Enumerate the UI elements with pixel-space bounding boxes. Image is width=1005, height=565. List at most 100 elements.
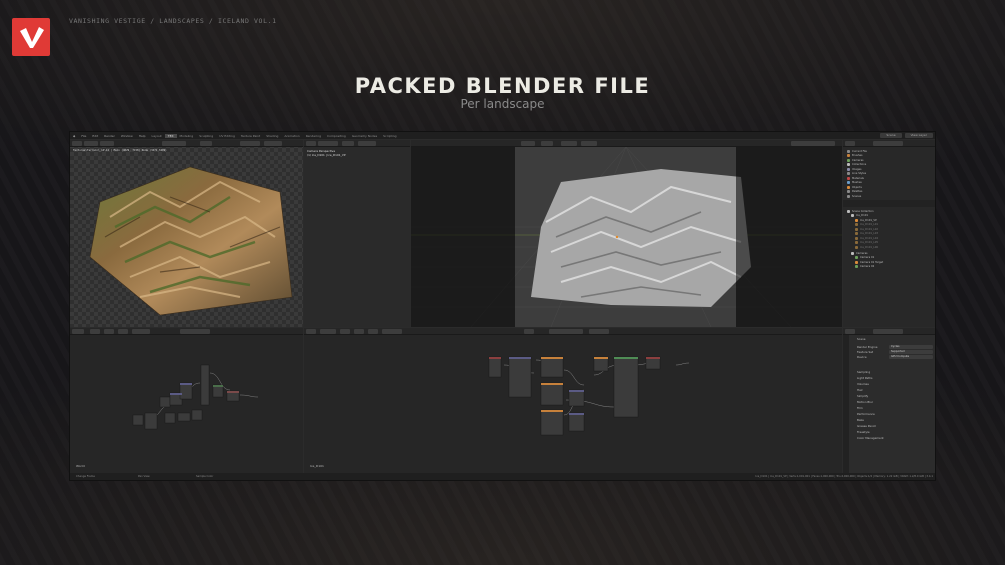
menu-help[interactable]: Help [136, 134, 149, 138]
mesh-object-icon [855, 227, 858, 231]
status-bar: Change Frame Pan View Sample Color Ice_D… [70, 473, 935, 480]
textured-terrain-render [89, 166, 293, 316]
render-engine-label: Render Engine [857, 345, 878, 349]
camera-view[interactable]: Camera Perspective (1) Ice_D101 | Ice_D1… [304, 140, 410, 327]
collection-icon [851, 251, 854, 255]
camera-icon [847, 158, 850, 162]
tab-geometry-nodes[interactable]: Geometry Nodes [349, 134, 380, 138]
mesh-object-icon [855, 236, 858, 240]
world-node-editor-header [70, 328, 303, 335]
outliner2-header [843, 200, 935, 207]
viewport-shade-left [411, 147, 515, 327]
blender-window: ◆ File Edit Render Window Help Layout TE… [69, 131, 936, 481]
scene-selector[interactable]: Scene [880, 133, 902, 138]
tab-modeling[interactable]: Modeling [177, 134, 197, 138]
properties-tabs[interactable] [843, 335, 849, 474]
blender-logo-icon[interactable]: ◆ [70, 134, 78, 138]
menu-render[interactable]: Render [101, 134, 118, 138]
material-node-tree-name: Ice_D101 [310, 464, 324, 468]
camera-object-label: (1) Ice_D101 | Ice_D101_VP [307, 153, 346, 157]
tab-texture-paint[interactable]: Texture Paint [238, 134, 263, 138]
section-simplify[interactable]: Simplify [857, 394, 868, 398]
properties-scene-label: Scene [857, 337, 866, 341]
camera-icon [855, 256, 858, 260]
mesh-object-icon [855, 218, 858, 222]
outliner-item[interactable]: Scenes [847, 194, 861, 199]
section-motion-blur[interactable]: Motion Blur [857, 400, 873, 404]
scene-icon [847, 194, 850, 198]
tab-rendering[interactable]: Rendering [303, 134, 324, 138]
section-color-management[interactable]: Color Management [857, 436, 884, 440]
brand-v-icon [20, 27, 44, 48]
tab-layout[interactable]: Layout [149, 134, 165, 138]
status-scene-stats: Ice_D101 | Ice_D101_VP | Verts:1,001,001… [755, 475, 933, 478]
section-sampling[interactable]: Sampling [857, 370, 870, 374]
section-freestyle[interactable]: Freestyle [857, 430, 870, 434]
tab-compositing[interactable]: Compositing [324, 134, 349, 138]
section-grease-pencil[interactable]: Grease Pencil [857, 424, 876, 428]
section-light-paths[interactable]: Light Paths [857, 376, 872, 380]
world-node-graph [132, 364, 259, 430]
image-icon [847, 167, 850, 171]
feature-set-select[interactable]: Supported [889, 349, 933, 354]
material-node-editor-header [304, 328, 842, 335]
section-film[interactable]: Film [857, 406, 863, 410]
brand-logo [12, 18, 50, 56]
camera-view-header [304, 140, 410, 147]
menu-edit[interactable]: Edit [89, 134, 101, 138]
tab-scripting[interactable]: Scripting [380, 134, 399, 138]
feature-set-label: Feature Set [857, 350, 874, 354]
viewport-shade-right [736, 147, 842, 327]
collection-icon [851, 214, 854, 218]
tab-tex[interactable]: TEX [164, 133, 177, 138]
section-volumes[interactable]: Volumes [857, 382, 869, 386]
mesh-object-icon [855, 245, 858, 249]
menu-window[interactable]: Window [118, 134, 136, 138]
section-performance[interactable]: Performance [857, 412, 875, 416]
linestyle-icon [847, 172, 850, 176]
menu-file[interactable]: File [78, 134, 89, 138]
properties-header [843, 328, 935, 335]
outliner-tree-item[interactable]: Ice_D101_L06 [855, 245, 878, 250]
image-editor-header [70, 140, 303, 147]
empty-icon [855, 260, 858, 264]
device-label: Device [857, 355, 867, 359]
3d-viewport[interactable] [411, 140, 842, 327]
material-node-graph [488, 356, 690, 436]
material-node-editor[interactable]: Ice_D101 [304, 328, 842, 474]
section-hair[interactable]: Hair [857, 388, 863, 392]
outliner-header [843, 140, 935, 147]
object-icon [847, 185, 850, 189]
file-icon [847, 149, 850, 153]
mesh-object-icon [855, 223, 858, 227]
palette-icon [847, 190, 850, 194]
camera-icon [855, 265, 858, 269]
tab-shading[interactable]: Shading [263, 134, 281, 138]
image-editor[interactable]: Textures\Terrain\_14\14 | Main (4029, 71… [70, 140, 303, 327]
world-node-tree-name: World [76, 464, 85, 468]
outliner-tree-item[interactable]: Camera 02 [855, 265, 874, 270]
material-icon [847, 176, 850, 180]
mesh-object-icon [855, 232, 858, 236]
view-layer-selector[interactable]: View Layer [904, 133, 933, 138]
brush-icon [847, 154, 850, 158]
status-sample-color: Sample Color [196, 475, 214, 478]
page-subtitle: Per landscape [460, 97, 545, 111]
render-engine-select[interactable]: Cycles [889, 344, 933, 349]
tab-animation[interactable]: Animation [281, 134, 302, 138]
viewport-header [411, 140, 842, 147]
status-pan-view: Pan View [138, 475, 150, 478]
world-node-editor[interactable]: World [70, 328, 303, 474]
tab-sculpting[interactable]: Sculpting [196, 134, 216, 138]
collection-icon [847, 163, 850, 167]
page-title: PACKED BLENDER FILE [354, 74, 651, 98]
device-select[interactable]: GPU Compute [889, 354, 933, 359]
properties-editor[interactable]: Scene Render Engine Cycles Feature Set S… [843, 328, 935, 474]
mesh-icon [847, 181, 850, 185]
status-change-frame: Change Frame [76, 475, 95, 478]
outliner[interactable]: Current File Brushes Cameras Collections… [843, 140, 935, 327]
section-bake[interactable]: Bake [857, 418, 864, 422]
mesh-object-icon [855, 241, 858, 245]
breadcrumb: VANISHING VESTIGE / LANDSCAPES / ICELAND… [69, 17, 277, 25]
tab-uv-editing[interactable]: UV Editing [216, 134, 238, 138]
